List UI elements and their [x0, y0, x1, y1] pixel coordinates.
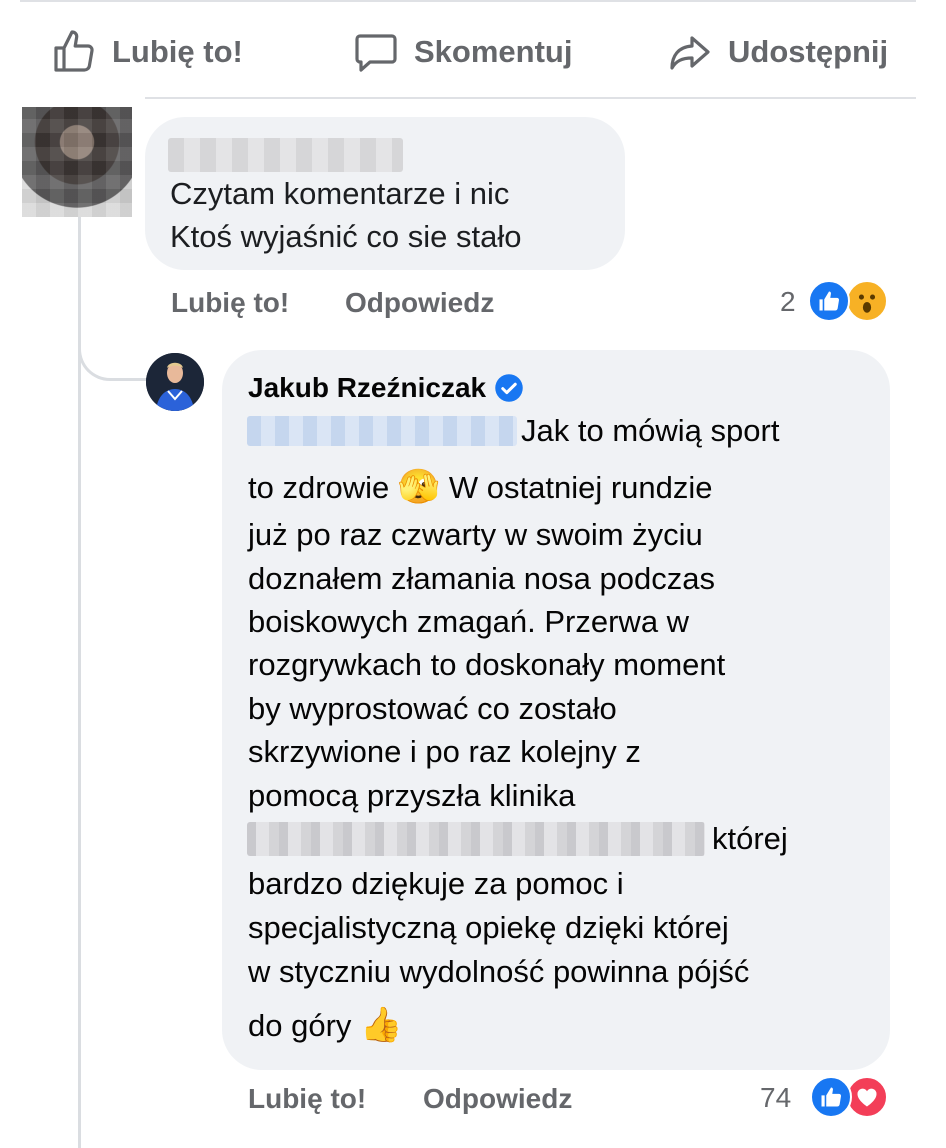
like-button-label: Lubię to! [112, 34, 243, 69]
comment-bubble-icon [355, 34, 397, 72]
wow-icon [846, 280, 888, 322]
like-icon [808, 280, 850, 322]
comment-like-link[interactable]: Lubię to! [171, 287, 289, 319]
author-name-row[interactable]: Jakub Rzeźniczak [248, 372, 524, 404]
reply-line-9: pomocą przyszła klinika [248, 778, 576, 813]
reply-line-14: do góry 👍 [248, 1004, 402, 1047]
commenter-name-blurred [168, 138, 403, 172]
comment-reply-link[interactable]: Odpowiedz [345, 287, 494, 319]
reply-line-5: boiskowych zmagań. Przerwa w [248, 604, 690, 639]
reply-line-3: już po raz czwarty w swoim życiu [248, 517, 703, 552]
post-action-bar: Lubię to! Skomentuj Udostępnij [0, 22, 946, 82]
reply-line-7: by wyprostować co zostało [248, 691, 617, 726]
clinic-name-blurred [247, 822, 705, 856]
reply-line-12: specjalistyczną opiekę dzięki której [248, 910, 729, 945]
comment-reaction-count[interactable]: 2 [780, 286, 796, 318]
reply-line-11: bardzo dziękuje za pomoc i [248, 866, 624, 901]
thumbs-up-emoji-icon: 👍 [360, 1005, 403, 1045]
comment-text: Czytam komentarze i nic Ktoś wyjaśnić co… [170, 176, 522, 254]
comment-button[interactable]: Skomentuj [352, 22, 572, 82]
reply-line-2: to zdrowie 🫣 W ostatniej rundzie [248, 466, 713, 509]
reply-line-2-text: to zdrowie [248, 470, 390, 505]
comment-button-label: Skomentuj [414, 34, 573, 69]
reply-line-13: w styczniu wydolność powinna pójść [248, 954, 750, 989]
reply-line-4: doznałem złamania nosa podczas [248, 561, 715, 596]
like-icon [810, 1076, 852, 1118]
share-arrow-icon [670, 36, 710, 70]
comments-divider [145, 97, 916, 99]
thumbs-up-icon [54, 30, 94, 72]
reply-line-14-text: do góry [248, 1008, 352, 1043]
reply-line-8: skrzywione i po raz kolejny z [248, 734, 641, 769]
reply-like-link[interactable]: Lubię to! [248, 1083, 366, 1115]
peeking-face-emoji-icon: 🫣 [397, 467, 441, 507]
reply-reply-link[interactable]: Odpowiedz [423, 1083, 572, 1115]
reply-line-2-rest: W ostatniej rundzie [448, 470, 713, 505]
reply-line-1: Jak to mówią sport [521, 413, 780, 448]
commenter-avatar-pixelated[interactable] [22, 107, 132, 217]
verified-badge-icon [494, 373, 524, 403]
love-icon [846, 1076, 888, 1118]
reply-line-10: której [712, 821, 788, 856]
top-divider [20, 0, 916, 2]
like-button[interactable]: Lubię to! [50, 22, 243, 82]
author-name[interactable]: Jakub Rzeźniczak [248, 372, 486, 404]
share-button[interactable]: Udostępnij [666, 22, 888, 82]
thread-reply-connector [78, 300, 147, 381]
reply-line-6: rozgrywkach to doskonały moment [248, 647, 726, 682]
author-avatar[interactable] [146, 353, 204, 411]
tagged-name-blurred [247, 416, 517, 446]
reply-reaction-count[interactable]: 74 [760, 1082, 791, 1114]
share-button-label: Udostępnij [728, 34, 889, 69]
